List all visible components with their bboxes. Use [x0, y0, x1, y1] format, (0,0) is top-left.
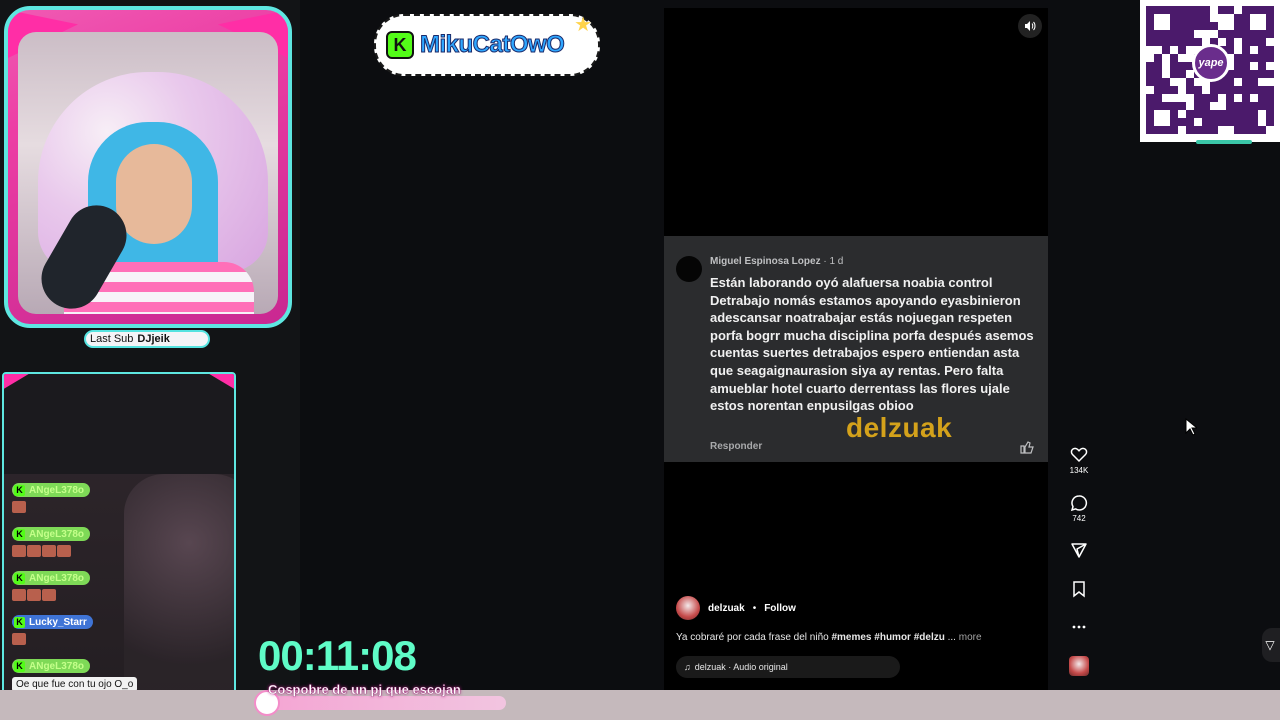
comment-count: 742 [1072, 514, 1086, 523]
more-dots-icon [1072, 625, 1086, 629]
audio-pill[interactable]: ♫ delzuak · Audio original [676, 656, 900, 678]
chat-message: K ANgeL378o [12, 568, 91, 601]
kick-badge-icon: K [14, 660, 25, 672]
kick-badge-icon: K [14, 616, 25, 628]
emote [12, 545, 26, 557]
more-button[interactable]: more [959, 632, 982, 643]
kick-badge-icon: K [14, 484, 25, 496]
more-options-button[interactable] [1064, 618, 1094, 636]
chat-username: K ANgeL378o [12, 483, 91, 497]
chat-username: K ANgeL378o [12, 527, 91, 541]
chat-message: K ANgeL378o [12, 524, 91, 557]
video-author-row: delzuak • Follow [676, 596, 796, 620]
last-sub-name: DJjeik [137, 333, 170, 345]
audio-thumbnail[interactable] [1064, 656, 1094, 676]
emote [12, 501, 26, 513]
speaker-icon [1025, 21, 1036, 31]
webcam-video [18, 32, 278, 314]
channel-logo: K MikuCatOwO ★ [374, 14, 600, 76]
like-button[interactable]: 134K [1064, 446, 1094, 475]
author-name[interactable]: delzuak [708, 603, 745, 614]
emote [57, 545, 71, 557]
yape-logo: yape [1192, 44, 1230, 82]
chat-message: K ANgeL378o Oe que fue con tu ojo O_o [12, 656, 138, 692]
goal-bar-background [0, 690, 1280, 720]
follow-button[interactable]: Follow [764, 603, 796, 614]
volume-button[interactable] [1018, 14, 1042, 38]
donation-qr-code: yape [1140, 0, 1280, 142]
avatar [676, 256, 702, 282]
goal-text: Cospobre de un pj que escojan [268, 682, 461, 697]
share-button[interactable] [1064, 541, 1094, 559]
caption-text: Ya cobraré por cada frase del niño [676, 632, 832, 643]
video-caption: Ya cobraré por cada frase del niño #meme… [676, 632, 982, 643]
emote [42, 589, 56, 601]
bookmark-icon [1073, 581, 1085, 598]
emote [27, 589, 41, 601]
reply-button: Responder [710, 441, 763, 452]
chat-username: K ANgeL378o [12, 571, 91, 585]
comment-screenshot: Miguel Espinosa Lopez · 1 d Están labora… [664, 236, 1048, 462]
video-watermark: delzuak [846, 412, 953, 443]
thumbs-up-icon [1020, 441, 1034, 454]
comment-bubble-icon [1070, 495, 1088, 512]
filter-icon[interactable]: ▽ [1262, 628, 1280, 662]
comments-button[interactable]: 742 [1064, 494, 1094, 523]
like-count: 134K [1069, 466, 1089, 475]
caption-ellipsis: ... [947, 632, 956, 643]
emote [12, 589, 26, 601]
chat-avatar-art [124, 474, 234, 702]
audio-avatar [1069, 656, 1089, 676]
stream-screen: Last Sub DJjeik K ANgeL378o K ANgeL378o KA… [0, 0, 1280, 720]
separator: • [752, 602, 757, 614]
kick-badge-icon: K [14, 572, 25, 584]
last-sub-widget: Last Sub DJjeik [84, 330, 210, 348]
comment-author-line: Miguel Espinosa Lopez · 1 d [710, 256, 843, 267]
author-avatar[interactable] [676, 596, 700, 620]
audio-label: delzuak · Audio original [694, 662, 788, 672]
music-note-icon: ♫ [684, 662, 691, 672]
last-sub-label: Last Sub [90, 333, 134, 345]
comment-author: Miguel Espinosa Lopez [710, 256, 821, 267]
chat-overlay: K ANgeL378o K ANgeL378o K ANgeL378o K Lucky_… [2, 372, 236, 704]
kick-badge-icon: K [14, 528, 25, 540]
star-icon: ★ [574, 14, 592, 36]
short-video-player[interactable]: Miguel Espinosa Lopez · 1 d Están labora… [664, 8, 1048, 690]
comment-age: · 1 d [823, 256, 844, 267]
chat-message: K Lucky_Starr [12, 612, 93, 645]
chat-message: K ANgeL378o [12, 480, 91, 513]
emote [42, 545, 56, 557]
heart-icon [1070, 447, 1088, 463]
left-overlay-column: Last Sub DJjeik K ANgeL378o K ANgeL378o KA… [0, 0, 300, 720]
comment-text: Están laborando oyó alafuersa noabia con… [710, 275, 1034, 414]
goal-progress-fill [266, 696, 506, 710]
chat-username: K Lucky_Starr [12, 615, 93, 629]
caption-hashtags[interactable]: #memes #humor #delzu [831, 632, 944, 643]
save-button[interactable] [1064, 580, 1094, 598]
webcam-frame [4, 6, 292, 328]
qr-accent-bar [1196, 140, 1252, 144]
emote [27, 545, 41, 557]
chat-username: K ANgeL378o [12, 659, 91, 673]
mouse-cursor-icon [1185, 418, 1197, 436]
emote [12, 633, 26, 645]
logo-text: MikuCatOwO [419, 31, 565, 59]
stream-timer: 00:11:08 [258, 632, 417, 679]
share-icon [1071, 543, 1087, 558]
kick-logo-icon: K [386, 31, 414, 59]
